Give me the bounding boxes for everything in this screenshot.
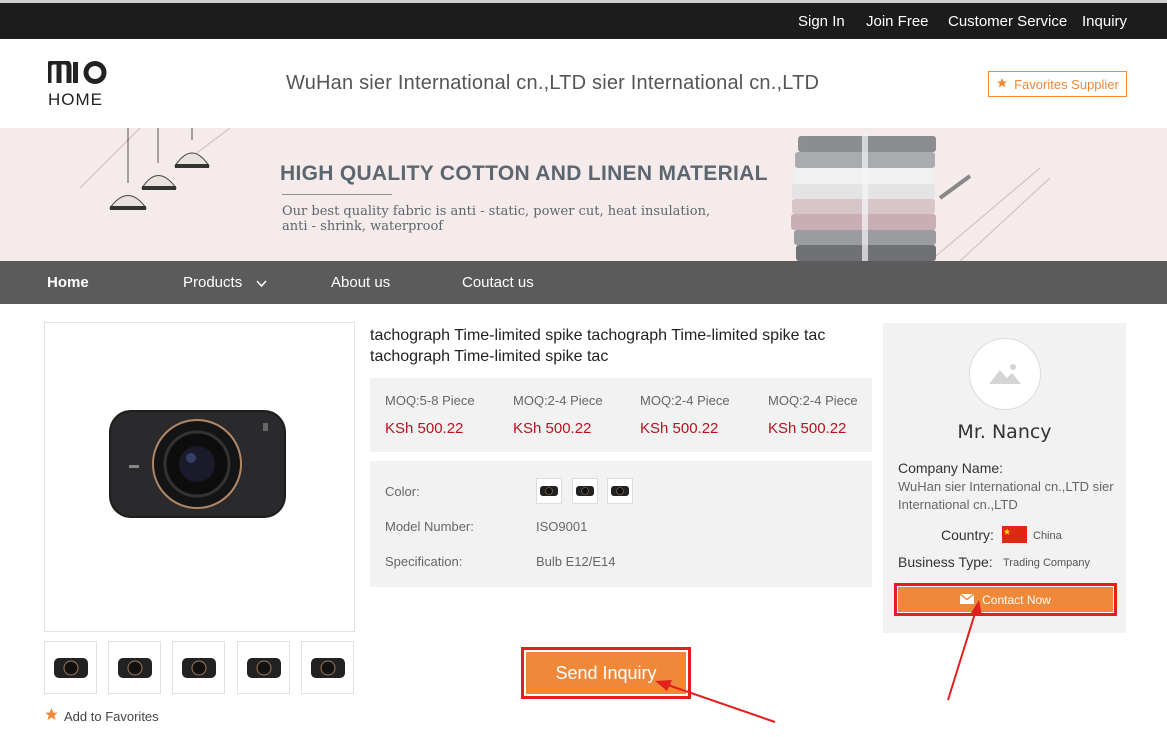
add-to-favorites-label: Add to Favorites bbox=[64, 708, 159, 724]
tier-moq: MOQ:2-4 Piece bbox=[640, 393, 730, 408]
site-header: HOME WuHan sier International cn.,LTD si… bbox=[0, 39, 1167, 128]
color-swatch[interactable] bbox=[607, 478, 633, 504]
tier-price: KSh 500.22 bbox=[513, 420, 592, 437]
model-number-value: ISO9001 bbox=[536, 519, 588, 534]
mio-home-logo[interactable]: HOME bbox=[46, 59, 118, 109]
dashcam-thumbnail-icon bbox=[117, 657, 152, 678]
specification-value: Bulb E12/E14 bbox=[536, 554, 616, 569]
hero-banner: HIGH QUALITY COTTON AND LINEN MATERIAL O… bbox=[0, 128, 1167, 261]
tier-moq: MOQ:2-4 Piece bbox=[768, 393, 858, 408]
add-to-favorites-link[interactable]: Add to Favorites bbox=[44, 707, 159, 725]
dashcam-thumbnail-icon bbox=[246, 657, 281, 678]
chevron-down-icon bbox=[256, 275, 267, 292]
main-nav: Home Products About us Coutact us bbox=[0, 261, 1167, 304]
contact-now-button[interactable]: Contact Now bbox=[894, 583, 1117, 616]
favorites-supplier-button[interactable]: Favorites Supplier bbox=[988, 71, 1127, 97]
color-swatch[interactable] bbox=[536, 478, 562, 504]
nav-contact-us[interactable]: Coutact us bbox=[462, 274, 534, 291]
specification-label: Specification: bbox=[385, 554, 463, 569]
product-thumbnail[interactable] bbox=[108, 641, 161, 694]
banner-subtext: Our best quality fabric is anti - static… bbox=[282, 204, 711, 234]
svg-text:HOME: HOME bbox=[48, 90, 103, 107]
product-thumbnail[interactable] bbox=[44, 641, 97, 694]
nav-home[interactable]: Home bbox=[47, 274, 89, 291]
envelope-icon bbox=[959, 592, 975, 607]
dashcam-swatch-icon bbox=[611, 486, 629, 496]
contact-name: Mr. Nancy bbox=[957, 421, 1052, 443]
product-main-image[interactable] bbox=[44, 322, 355, 632]
tier-price: KSh 500.22 bbox=[640, 420, 719, 437]
business-type-value: Trading Company bbox=[1003, 557, 1091, 569]
model-number-label: Model Number: bbox=[385, 519, 474, 534]
avatar bbox=[969, 338, 1041, 410]
customer-service-link[interactable]: Customer Service bbox=[948, 13, 1067, 30]
contact-now-label: Contact Now bbox=[982, 592, 1051, 607]
star-icon bbox=[44, 707, 59, 725]
tier-price: KSh 500.22 bbox=[768, 420, 847, 437]
color-swatch[interactable] bbox=[572, 478, 598, 504]
company-name-label: Company Name: bbox=[898, 460, 1004, 476]
nav-about-us[interactable]: About us bbox=[331, 274, 390, 291]
company-name-value: WuHan sier International cn.,LTD sier In… bbox=[898, 479, 1114, 512]
china-flag-icon bbox=[1002, 526, 1027, 543]
nav-products-label: Products bbox=[183, 274, 243, 291]
country-label: Country: bbox=[941, 527, 994, 543]
price-tiers: MOQ:5-8 Piece KSh 500.22 MOQ:2-4 Piece K… bbox=[370, 378, 872, 452]
banner-decoration bbox=[79, 128, 1051, 261]
product-title: tachograph Time-limited spike tachograph… bbox=[370, 327, 826, 365]
banner-headline: HIGH QUALITY COTTON AND LINEN MATERIAL bbox=[280, 162, 768, 185]
business-type-label: Business Type: bbox=[898, 554, 993, 570]
favorites-supplier-label: Favorites Supplier bbox=[1014, 76, 1119, 92]
dashcam-thumbnail-icon bbox=[181, 657, 216, 678]
image-placeholder-icon bbox=[989, 364, 1021, 384]
product-specifications: Color: Model Number: ISO9001 Specificati… bbox=[370, 461, 872, 587]
send-inquiry-button[interactable]: Send Inquiry bbox=[521, 647, 691, 699]
tier-price: KSh 500.22 bbox=[385, 420, 464, 437]
sign-in-link[interactable]: Sign In bbox=[798, 13, 845, 30]
nav-products[interactable]: Products bbox=[183, 274, 267, 292]
tier-moq: MOQ:5-8 Piece bbox=[385, 393, 475, 408]
dashcam-image bbox=[109, 410, 286, 518]
product-thumbnail[interactable] bbox=[237, 641, 290, 694]
dashcam-thumbnail-icon bbox=[310, 657, 345, 678]
top-bar: Sign In Join Free Customer Service Inqui… bbox=[0, 0, 1167, 39]
banner-divider bbox=[282, 194, 392, 195]
supplier-card: Mr. Nancy Company Name: WuHan sier Inter… bbox=[883, 323, 1126, 633]
tier-moq: MOQ:2-4 Piece bbox=[513, 393, 603, 408]
inquiry-link[interactable]: Inquiry bbox=[1082, 13, 1127, 30]
company-title: WuHan sier International cn.,LTD sier In… bbox=[286, 72, 820, 94]
color-label: Color: bbox=[385, 484, 420, 499]
country-value: China bbox=[1033, 530, 1062, 542]
product-thumbnail[interactable] bbox=[301, 641, 354, 694]
star-icon bbox=[996, 77, 1008, 92]
dashcam-swatch-icon bbox=[576, 486, 594, 496]
product-thumbnail[interactable] bbox=[172, 641, 225, 694]
join-free-link[interactable]: Join Free bbox=[866, 13, 929, 30]
dashcam-swatch-icon bbox=[540, 486, 558, 496]
dashcam-thumbnail-icon bbox=[53, 657, 88, 678]
